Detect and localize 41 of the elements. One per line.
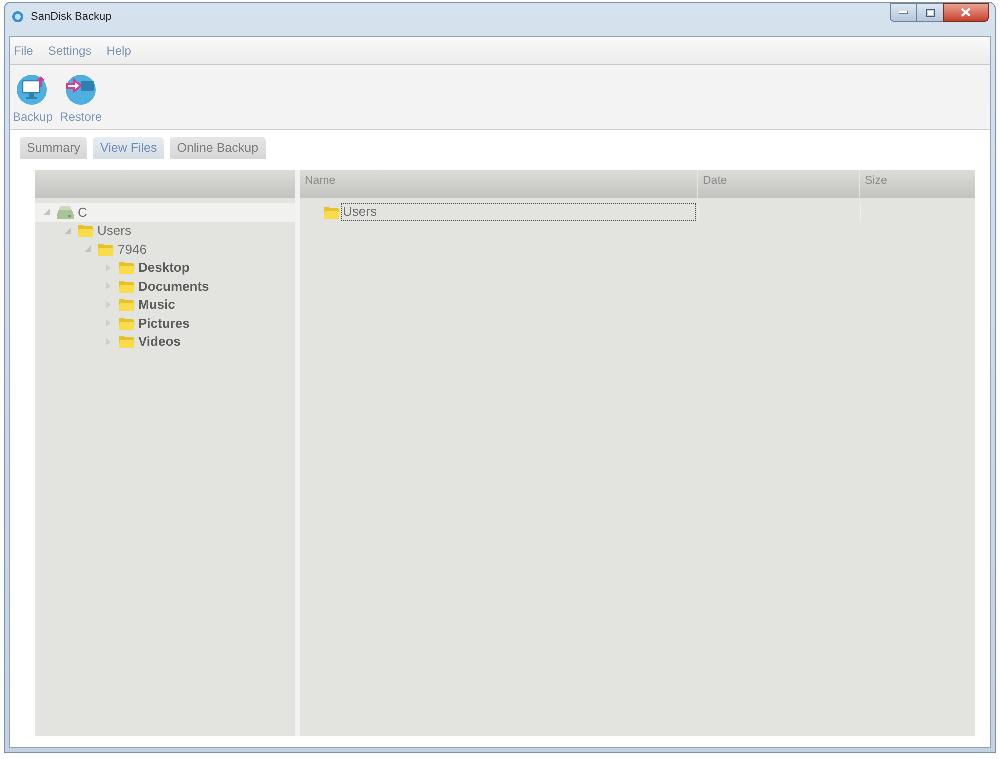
arrow-monitor-icon: [64, 75, 98, 105]
tab[interactable]: Summary: [20, 137, 88, 159]
column-header[interactable]: Date: [698, 170, 860, 198]
folder-icon: [78, 224, 94, 238]
folder-icon: [118, 316, 134, 330]
maximize-icon: [926, 8, 934, 16]
tree-item[interactable]: Users: [35, 222, 295, 240]
tree-item[interactable]: Desktop: [35, 258, 295, 277]
menu-item[interactable]: Settings: [47, 42, 93, 60]
minimize-icon: [899, 11, 908, 14]
drive-icon: [57, 206, 74, 219]
expanded-arrow-icon[interactable]: [44, 209, 50, 216]
folder-icon: [118, 261, 134, 274]
close-icon: [961, 8, 971, 17]
window-title: SanDisk Backup: [31, 10, 112, 25]
file-name[interactable]: Users: [341, 203, 696, 221]
toolbar-button[interactable]: Restore: [60, 75, 102, 124]
tree-item[interactable]: C: [35, 203, 295, 222]
close-button[interactable]: [943, 3, 989, 22]
tab[interactable]: Online Backup: [170, 137, 266, 159]
minimize-button[interactable]: [890, 3, 917, 22]
folder-icon: [118, 335, 134, 348]
folder-icon: [118, 298, 134, 312]
maximize-button[interactable]: [917, 3, 943, 22]
folder-icon: [98, 242, 114, 256]
expanded-arrow-icon[interactable]: [85, 246, 91, 252]
tab[interactable]: View Files: [93, 137, 164, 159]
tree-item[interactable]: Pictures: [35, 314, 295, 332]
menu-item[interactable]: File: [13, 42, 34, 60]
app-icon: [12, 11, 24, 23]
column-header[interactable]: Name: [300, 170, 698, 198]
tree-item[interactable]: Music: [35, 296, 295, 314]
expanded-arrow-icon[interactable]: [64, 228, 70, 234]
folder-icon: [324, 206, 340, 218]
column-header[interactable]: Size: [860, 170, 975, 198]
menu-item[interactable]: Help: [106, 42, 132, 60]
tree-item[interactable]: Documents: [35, 277, 295, 296]
toolbar-button[interactable]: Backup: [13, 75, 54, 124]
tree-item[interactable]: Videos: [35, 332, 295, 351]
tree-item[interactable]: 7946: [35, 240, 295, 258]
folder-icon: [118, 280, 134, 293]
